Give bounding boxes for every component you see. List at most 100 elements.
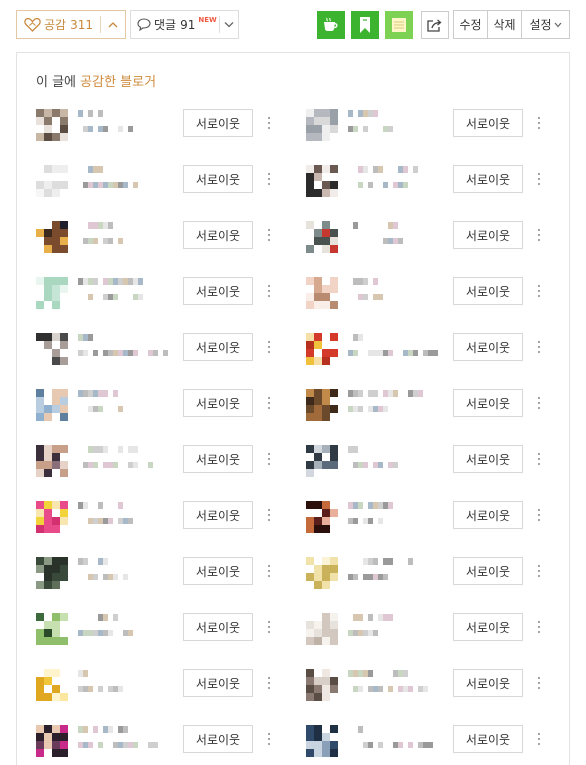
blogger-name-obscured[interactable] bbox=[348, 390, 423, 397]
blogger-name-obscured[interactable] bbox=[348, 110, 388, 117]
more-menu-icon[interactable] bbox=[534, 391, 544, 415]
blogger-avatar[interactable] bbox=[36, 669, 68, 701]
neighbor-follow-button[interactable]: 서로이웃 bbox=[453, 557, 523, 585]
like-list-toggle[interactable] bbox=[101, 11, 125, 38]
neighbor-follow-button[interactable]: 서로이웃 bbox=[453, 445, 523, 473]
blogger-name-obscured[interactable] bbox=[78, 726, 128, 733]
delete-button[interactable]: 삭제 bbox=[488, 10, 522, 39]
blogger-name-obscured[interactable] bbox=[78, 278, 148, 285]
more-menu-icon[interactable] bbox=[534, 727, 544, 751]
neighbor-follow-button[interactable]: 서로이웃 bbox=[183, 613, 253, 641]
more-menu-icon[interactable] bbox=[264, 167, 274, 191]
blogger-name-obscured[interactable] bbox=[348, 670, 413, 677]
neighbor-follow-button[interactable]: 서로이웃 bbox=[453, 333, 523, 361]
blogger-avatar[interactable] bbox=[36, 501, 68, 533]
neighbor-follow-button[interactable]: 서로이웃 bbox=[183, 221, 253, 249]
share-memo-button[interactable] bbox=[385, 11, 413, 39]
share-button[interactable] bbox=[421, 11, 449, 39]
blogger-avatar[interactable] bbox=[36, 165, 68, 197]
blogger-avatar[interactable] bbox=[36, 725, 68, 757]
edit-button[interactable]: 수정 bbox=[453, 10, 488, 39]
neighbor-follow-button[interactable]: 서로이웃 bbox=[183, 277, 253, 305]
more-menu-icon[interactable] bbox=[534, 279, 544, 303]
blogger-name-obscured[interactable] bbox=[348, 446, 363, 453]
neighbor-follow-button[interactable]: 서로이웃 bbox=[453, 389, 523, 417]
blogger-name-obscured[interactable] bbox=[348, 502, 393, 509]
blogger-name-obscured[interactable] bbox=[78, 222, 118, 229]
more-menu-icon[interactable] bbox=[264, 671, 274, 695]
blogger-avatar[interactable] bbox=[306, 669, 338, 701]
blogger-name-obscured[interactable] bbox=[78, 670, 93, 677]
blogger-avatar[interactable] bbox=[306, 109, 338, 141]
neighbor-follow-button[interactable]: 서로이웃 bbox=[453, 613, 523, 641]
blogger-avatar[interactable] bbox=[36, 557, 68, 589]
more-menu-icon[interactable] bbox=[534, 503, 544, 527]
blogger-avatar[interactable] bbox=[36, 277, 68, 309]
share-blog-button[interactable] bbox=[351, 11, 379, 39]
more-menu-icon[interactable] bbox=[264, 727, 274, 751]
blogger-avatar[interactable] bbox=[306, 165, 338, 197]
neighbor-follow-button[interactable]: 서로이웃 bbox=[183, 389, 253, 417]
neighbor-follow-button[interactable]: 서로이웃 bbox=[183, 445, 253, 473]
comment-toggle[interactable]: 댓글 91 NEW bbox=[131, 11, 219, 38]
blogger-avatar[interactable] bbox=[36, 613, 68, 645]
blogger-name-obscured[interactable] bbox=[348, 614, 393, 621]
blogger-avatar[interactable] bbox=[306, 557, 338, 589]
neighbor-follow-button[interactable]: 서로이웃 bbox=[183, 669, 253, 697]
blogger-avatar[interactable] bbox=[306, 333, 338, 365]
neighbor-follow-button[interactable]: 서로이웃 bbox=[183, 333, 253, 361]
more-menu-icon[interactable] bbox=[264, 391, 274, 415]
neighbor-follow-button[interactable]: 서로이웃 bbox=[183, 165, 253, 193]
blogger-avatar[interactable] bbox=[306, 389, 338, 421]
more-menu-icon[interactable] bbox=[264, 559, 274, 583]
more-menu-icon[interactable] bbox=[264, 503, 274, 527]
more-menu-icon[interactable] bbox=[534, 615, 544, 639]
blogger-name-obscured[interactable] bbox=[78, 334, 98, 341]
neighbor-follow-button[interactable]: 서로이웃 bbox=[453, 277, 523, 305]
settings-button[interactable]: 설정 bbox=[522, 10, 570, 39]
share-cafe-button[interactable] bbox=[317, 11, 345, 39]
neighbor-follow-button[interactable]: 서로이웃 bbox=[183, 557, 253, 585]
blogger-name-obscured[interactable] bbox=[348, 334, 368, 341]
neighbor-follow-button[interactable]: 서로이웃 bbox=[183, 725, 253, 753]
neighbor-follow-button[interactable]: 서로이웃 bbox=[453, 221, 523, 249]
blogger-name-obscured[interactable] bbox=[348, 558, 413, 565]
comment-list-toggle[interactable] bbox=[220, 11, 238, 38]
blogger-name-obscured[interactable] bbox=[78, 558, 108, 565]
neighbor-follow-button[interactable]: 서로이웃 bbox=[453, 109, 523, 137]
like-button[interactable]: 공감 311 bbox=[16, 10, 126, 39]
more-menu-icon[interactable] bbox=[264, 615, 274, 639]
neighbor-follow-button[interactable]: 서로이웃 bbox=[453, 165, 523, 193]
neighbor-follow-button[interactable]: 서로이웃 bbox=[453, 501, 523, 529]
more-menu-icon[interactable] bbox=[534, 559, 544, 583]
more-menu-icon[interactable] bbox=[534, 447, 544, 471]
like-toggle[interactable]: 공감 311 bbox=[17, 11, 100, 38]
blogger-avatar[interactable] bbox=[306, 725, 338, 757]
blogger-avatar[interactable] bbox=[306, 501, 338, 533]
blogger-avatar[interactable] bbox=[306, 277, 338, 309]
blogger-name-obscured[interactable] bbox=[348, 222, 403, 229]
blogger-avatar[interactable] bbox=[36, 109, 68, 141]
blogger-name-obscured[interactable] bbox=[78, 614, 118, 621]
blogger-avatar[interactable] bbox=[306, 221, 338, 253]
more-menu-icon[interactable] bbox=[264, 279, 274, 303]
neighbor-follow-button[interactable]: 서로이웃 bbox=[183, 501, 253, 529]
more-menu-icon[interactable] bbox=[534, 167, 544, 191]
blogger-name-obscured[interactable] bbox=[78, 502, 148, 509]
more-menu-icon[interactable] bbox=[534, 671, 544, 695]
neighbor-follow-button[interactable]: 서로이웃 bbox=[183, 109, 253, 137]
blogger-name-obscured[interactable] bbox=[348, 278, 378, 285]
neighbor-follow-button[interactable]: 서로이웃 bbox=[453, 725, 523, 753]
blogger-name-obscured[interactable] bbox=[78, 166, 103, 173]
more-menu-icon[interactable] bbox=[534, 111, 544, 135]
more-menu-icon[interactable] bbox=[264, 335, 274, 359]
blogger-name-obscured[interactable] bbox=[78, 390, 118, 397]
more-menu-icon[interactable] bbox=[264, 111, 274, 135]
more-menu-icon[interactable] bbox=[534, 223, 544, 247]
blogger-avatar[interactable] bbox=[36, 221, 68, 253]
more-menu-icon[interactable] bbox=[264, 223, 274, 247]
comment-button[interactable]: 댓글 91 NEW bbox=[130, 10, 239, 39]
blogger-avatar[interactable] bbox=[36, 389, 68, 421]
blogger-name-obscured[interactable] bbox=[348, 726, 368, 733]
more-menu-icon[interactable] bbox=[264, 447, 274, 471]
